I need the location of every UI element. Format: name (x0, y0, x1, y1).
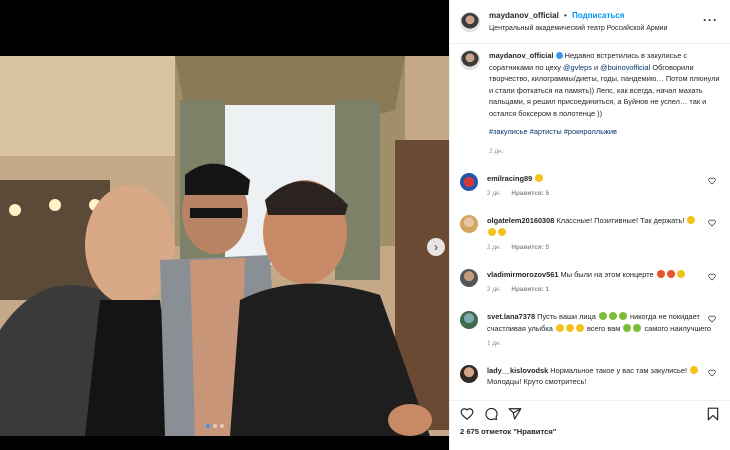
emoji-icon (535, 173, 544, 182)
comment-icon[interactable] (484, 407, 498, 421)
carousel-dot (213, 424, 217, 428)
header-username[interactable]: maydanov_official (489, 11, 559, 20)
hashtags[interactable]: #закулисье #артисты #рокнролльжив (489, 126, 720, 138)
carousel-indicator (206, 424, 224, 428)
post-caption: maydanov_official Недавно встретились в … (460, 50, 720, 158)
comment-username[interactable]: lady__kislovodsk (487, 366, 548, 375)
emoji-icon (623, 323, 632, 332)
comment-time[interactable]: 2 дн. (487, 242, 501, 254)
post-time[interactable]: 2 дн. (489, 146, 720, 158)
comment-time[interactable]: 2 дн. (487, 188, 501, 200)
comment-username[interactable]: emilracing89 (487, 174, 532, 183)
comment-item: olgatelem20160308 Классные! Позитивные! … (460, 214, 720, 254)
post-photo[interactable]: › (0, 0, 449, 450)
avatar[interactable] (460, 11, 480, 32)
emoji-icon (498, 227, 506, 236)
heart-icon[interactable] (460, 407, 474, 421)
chevron-right-icon: › (434, 240, 438, 254)
mention-link[interactable]: @buinovofficial (600, 63, 650, 72)
avatar[interactable] (460, 50, 480, 70)
comment-text: Молодцы! Круто смотритесь! (487, 377, 587, 387)
avatar[interactable] (460, 364, 478, 383)
location-link[interactable]: Центральный академический театр Российск… (489, 22, 667, 35)
emoji-icon (633, 323, 642, 332)
comment-likes[interactable]: Нравится: 1 (511, 284, 549, 296)
carousel-dot (220, 424, 224, 428)
comment-text: всего вам (586, 323, 621, 333)
emoji-icon (575, 323, 584, 332)
comment-item: emilracing89 2 дн. Нравится: 5 (460, 172, 720, 200)
emoji-icon (488, 227, 496, 236)
likes-count[interactable]: 2 675 отметок "Нравится" (460, 427, 720, 436)
heart-icon[interactable] (708, 273, 716, 281)
header-separator: • (564, 10, 567, 20)
heart-icon[interactable] (708, 369, 716, 377)
emoji-icon (565, 323, 574, 332)
carousel-dot (206, 424, 210, 428)
comment-text: Пусть ваши лица (537, 311, 596, 321)
comment-username[interactable]: vladimirmorozov561 (487, 270, 558, 279)
mention-link[interactable]: @gvleps (563, 63, 592, 72)
comment-text: самого наилучшего (644, 323, 712, 333)
caption-username[interactable]: maydanov_official (489, 51, 553, 60)
follow-button[interactable]: Подписаться (572, 11, 624, 20)
share-icon[interactable] (508, 407, 522, 421)
avatar[interactable] (460, 172, 478, 191)
comment-time[interactable]: 1 дн. (487, 338, 501, 350)
avatar[interactable] (460, 214, 478, 233)
emoji-icon (618, 311, 627, 320)
comment-likes[interactable]: Нравится: 5 (511, 188, 549, 200)
comment-likes[interactable]: Нравится: 5 (511, 242, 549, 254)
comment-text: Нормальное такое у вас там закулисье! (550, 365, 688, 375)
heart-icon[interactable] (708, 315, 716, 323)
comment-text: Классные! Позитивные! Так держать! (556, 215, 685, 225)
bookmark-icon[interactable] (706, 407, 720, 421)
emoji-icon (656, 269, 665, 278)
carousel-next-button[interactable]: › (427, 238, 445, 256)
emoji-icon (690, 365, 699, 374)
emoji-icon (608, 311, 617, 320)
comment-item: vladimirmorozov561 Мы были на этом конце… (460, 268, 720, 296)
comment-username[interactable]: svet.lana7378 (487, 312, 535, 321)
emoji-icon (555, 323, 564, 332)
post-header: maydanov_official • Подписаться Централь… (450, 0, 730, 44)
comment-item: lady__kislovodsk Нормальное такое у вас … (460, 364, 720, 388)
avatar[interactable] (460, 268, 478, 287)
comment-item: svet.lana7378 Пусть ваши лица никогда не… (460, 310, 720, 350)
comment-time[interactable]: 2 дн. (487, 284, 501, 296)
heart-icon[interactable] (708, 177, 716, 185)
heart-icon[interactable] (708, 219, 716, 227)
photo-image (0, 0, 449, 450)
post-actions: 2 675 отметок "Нравится" (450, 400, 730, 450)
avatar[interactable] (460, 310, 478, 329)
comment-username[interactable]: olgatelem20160308 (487, 216, 554, 225)
post-side-panel: maydanov_official • Подписаться Централь… (449, 0, 730, 450)
verified-icon (555, 52, 563, 59)
emoji-icon (676, 269, 685, 278)
comment-text: Мы были на этом концерте (560, 269, 654, 279)
more-dots-icon[interactable]: ··· (703, 13, 718, 27)
caption-text: и (591, 62, 601, 72)
emoji-icon (687, 215, 696, 224)
emoji-icon (598, 311, 607, 320)
comments-feed[interactable]: maydanov_official Недавно встретились в … (450, 44, 730, 400)
emoji-icon (666, 269, 675, 278)
